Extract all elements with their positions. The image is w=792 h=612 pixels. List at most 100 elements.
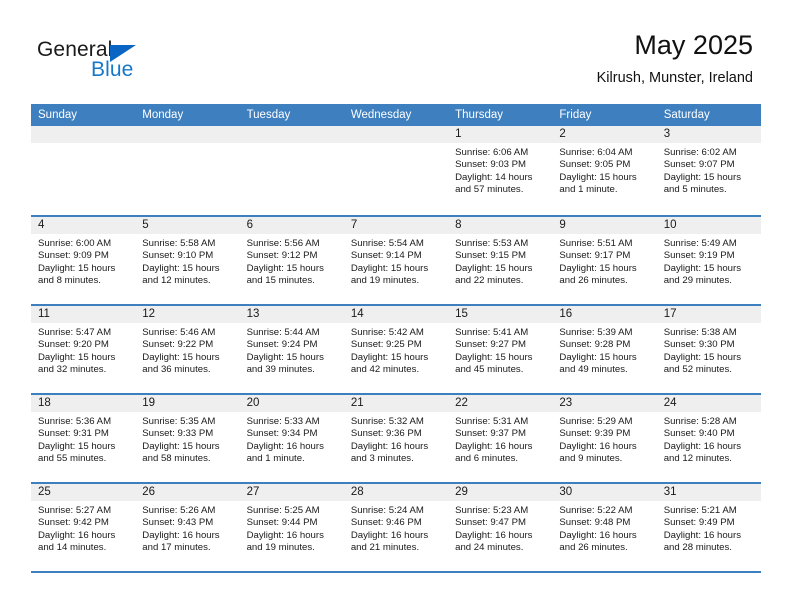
day-cell-empty [135, 126, 240, 215]
daylight-text-line1: Daylight: 15 hours [38, 440, 116, 452]
daylight-text-line1: Daylight: 16 hours [350, 440, 429, 452]
daylight-text-line2: and 28 minutes. [663, 542, 732, 554]
sunrise-text: Sunrise: 5:49 AM [663, 238, 737, 249]
daylight-text-line2: and 19 minutes. [350, 275, 420, 287]
sunrise-text: Sunrise: 5:23 AM [455, 505, 529, 516]
day-cell[interactable]: 12 Sunrise: 5:46 AM Sunset: 9:22 PM Dayligh… [135, 306, 240, 393]
daylight-text-line2: and 24 minutes. [455, 542, 524, 554]
day-cell[interactable]: 4 Sunrise: 6:00 AM Sunset: 9:09 PM Daylight… [31, 217, 136, 304]
sunset-text: Sunset: 9:14 PM [350, 250, 422, 262]
day-cell[interactable]: 6 Sunrise: 5:56 AM Sunset: 9:12 PM Daylight… [239, 217, 344, 304]
day-details: Sunrise: 6:00 AM Sunset: 9:09 PM Daylight:… [31, 234, 135, 288]
day-details: Sunrise: 5:42 AM Sunset: 9:25 PM Daylight:… [344, 323, 448, 377]
sunset-text: Sunset: 9:34 PM [246, 428, 318, 440]
sunrise-text: Sunrise: 5:39 AM [559, 327, 633, 338]
day-cell[interactable]: 7 Sunrise: 5:54 AM Sunset: 9:14 PM Daylight… [343, 217, 449, 304]
day-cell[interactable]: 15 Sunrise: 5:41 AM Sunset: 9:27 PM Dayligh… [448, 306, 553, 393]
sunset-text: Sunset: 9:25 PM [350, 339, 422, 351]
day-details: Sunrise: 5:58 AM Sunset: 9:10 PM Daylight:… [135, 234, 239, 288]
page-header: General Blue May 2025 Kilrush, Munster, … [0, 0, 792, 103]
day-number: 24 [663, 397, 677, 409]
day-cell[interactable]: 31 Sunrise: 5:21 AM Sunset: 9:49 PM Dayligh… [656, 484, 761, 571]
day-details: Sunrise: 5:33 AM Sunset: 9:34 PM Daylight:… [240, 412, 344, 466]
daylight-text-line2: and 15 minutes. [246, 275, 315, 287]
day-cell[interactable]: 5 Sunrise: 5:58 AM Sunset: 9:10 PM Daylight… [135, 217, 240, 304]
day-number-band: 26 [135, 484, 240, 501]
day-details: Sunrise: 5:41 AM Sunset: 9:27 PM Daylight:… [448, 323, 552, 377]
day-cell[interactable]: 1 Sunrise: 6:06 AM Sunset: 9:03 PM Daylight… [448, 126, 553, 215]
sunset-text: Sunset: 9:33 PM [142, 428, 214, 440]
day-cell[interactable]: 16 Sunrise: 5:39 AM Sunset: 9:28 PM Dayligh… [552, 306, 657, 393]
day-cell[interactable]: 14 Sunrise: 5:42 AM Sunset: 9:25 PM Dayligh… [343, 306, 449, 393]
daylight-text-line1: Daylight: 15 hours [38, 351, 116, 363]
daylight-text-line1: Daylight: 15 hours [142, 351, 220, 363]
day-details: Sunrise: 6:04 AM Sunset: 9:05 PM Daylight:… [552, 143, 656, 197]
day-cell[interactable]: 9 Sunrise: 5:51 AM Sunset: 9:17 PM Daylight… [552, 217, 657, 304]
day-number: 22 [455, 397, 468, 409]
day-number: 20 [246, 397, 260, 409]
day-cell[interactable]: 25 Sunrise: 5:27 AM Sunset: 9:42 PM Dayligh… [31, 484, 136, 571]
day-cell[interactable]: 8 Sunrise: 5:53 AM Sunset: 9:15 PM Daylight… [448, 217, 553, 304]
day-cell[interactable]: 2 Sunrise: 6:04 AM Sunset: 9:05 PM Daylight… [552, 126, 657, 215]
day-number: 2 [559, 128, 566, 140]
day-cell[interactable]: 29 Sunrise: 5:23 AM Sunset: 9:47 PM Dayligh… [448, 484, 553, 571]
daylight-text-line2: and 1 minute. [559, 184, 618, 196]
day-cell[interactable]: 26 Sunrise: 5:26 AM Sunset: 9:43 PM Dayligh… [135, 484, 240, 571]
day-number-band: 17 [656, 306, 761, 323]
day-cell[interactable]: 3 Sunrise: 6:02 AM Sunset: 9:07 PM Daylight… [656, 126, 761, 215]
brand-logo[interactable]: General Blue [37, 38, 237, 84]
weekday-header-friday: Friday [559, 109, 592, 121]
day-cell[interactable]: 13 Sunrise: 5:44 AM Sunset: 9:24 PM Dayligh… [239, 306, 344, 393]
daylight-text-line2: and 29 minutes. [663, 275, 732, 287]
day-details: Sunrise: 5:25 AM Sunset: 9:44 PM Daylight:… [240, 501, 344, 555]
sunset-text: Sunset: 9:17 PM [559, 250, 631, 262]
day-number: 14 [350, 308, 364, 320]
day-number: 13 [246, 308, 260, 320]
daylight-text-line1: Daylight: 15 hours [559, 351, 637, 363]
day-cell[interactable]: 18 Sunrise: 5:36 AM Sunset: 9:31 PM Dayligh… [31, 395, 136, 482]
day-details: Sunrise: 5:32 AM Sunset: 9:36 PM Daylight:… [344, 412, 448, 466]
day-cell[interactable]: 22 Sunrise: 5:31 AM Sunset: 9:37 PM Dayligh… [448, 395, 553, 482]
week-row: 4 Sunrise: 6:00 AM Sunset: 9:09 PM Daylight… [31, 215, 761, 304]
week-row: 18 Sunrise: 5:36 AM Sunset: 9:31 PM Dayligh… [31, 393, 761, 482]
day-cell[interactable]: 11 Sunrise: 5:47 AM Sunset: 9:20 PM Dayligh… [31, 306, 136, 393]
sunset-text: Sunset: 9:09 PM [38, 250, 109, 262]
daylight-text-line2: and 26 minutes. [559, 275, 628, 287]
day-number-band [135, 126, 240, 143]
day-details: Sunrise: 5:49 AM Sunset: 9:19 PM Daylight:… [657, 234, 761, 288]
sunrise-text: Sunrise: 5:54 AM [350, 238, 424, 249]
day-number: 29 [455, 486, 468, 498]
sunrise-text: Sunrise: 5:26 AM [142, 505, 216, 516]
daylight-text-line1: Daylight: 15 hours [38, 262, 116, 274]
daylight-text-line1: Daylight: 15 hours [455, 351, 533, 363]
day-cell[interactable]: 20 Sunrise: 5:33 AM Sunset: 9:34 PM Dayligh… [239, 395, 344, 482]
day-details: Sunrise: 5:38 AM Sunset: 9:30 PM Daylight:… [657, 323, 761, 377]
day-cell[interactable]: 10 Sunrise: 5:49 AM Sunset: 9:19 PM Dayligh… [656, 217, 761, 304]
day-cell-empty [343, 126, 449, 215]
sunrise-text: Sunrise: 5:25 AM [246, 505, 320, 516]
day-cell[interactable]: 24 Sunrise: 5:28 AM Sunset: 9:40 PM Dayligh… [656, 395, 761, 482]
day-cell[interactable]: 17 Sunrise: 5:38 AM Sunset: 9:30 PM Dayligh… [656, 306, 761, 393]
day-number: 7 [350, 219, 358, 231]
day-cell[interactable]: 27 Sunrise: 5:25 AM Sunset: 9:44 PM Dayligh… [239, 484, 344, 571]
sunset-text: Sunset: 9:12 PM [246, 250, 318, 262]
day-cell[interactable]: 21 Sunrise: 5:32 AM Sunset: 9:36 PM Dayligh… [343, 395, 449, 482]
sunrise-text: Sunrise: 5:36 AM [38, 416, 112, 427]
day-number-band: 28 [343, 484, 449, 501]
day-details: Sunrise: 5:54 AM Sunset: 9:14 PM Daylight:… [344, 234, 448, 288]
day-number: 16 [559, 308, 573, 320]
daylight-text-line1: Daylight: 15 hours [663, 171, 742, 183]
day-number-band: 30 [552, 484, 657, 501]
day-number: 17 [663, 308, 677, 320]
day-cell[interactable]: 23 Sunrise: 5:29 AM Sunset: 9:39 PM Dayligh… [552, 395, 657, 482]
day-details: Sunrise: 6:02 AM Sunset: 9:07 PM Daylight:… [657, 143, 761, 197]
day-details: Sunrise: 5:47 AM Sunset: 9:20 PM Daylight:… [31, 323, 135, 377]
day-cell[interactable]: 30 Sunrise: 5:22 AM Sunset: 9:48 PM Dayligh… [552, 484, 657, 571]
sunset-text: Sunset: 9:07 PM [663, 159, 735, 171]
week-row: 1 Sunrise: 6:06 AM Sunset: 9:03 PM Daylight… [31, 126, 761, 215]
day-cell[interactable]: 19 Sunrise: 5:35 AM Sunset: 9:33 PM Dayligh… [135, 395, 240, 482]
day-number-band: 4 [31, 217, 136, 234]
daylight-text-line1: Daylight: 15 hours [663, 351, 742, 363]
day-cell[interactable]: 28 Sunrise: 5:24 AM Sunset: 9:46 PM Dayligh… [343, 484, 449, 571]
daylight-text-line2: and 14 minutes. [38, 542, 107, 554]
